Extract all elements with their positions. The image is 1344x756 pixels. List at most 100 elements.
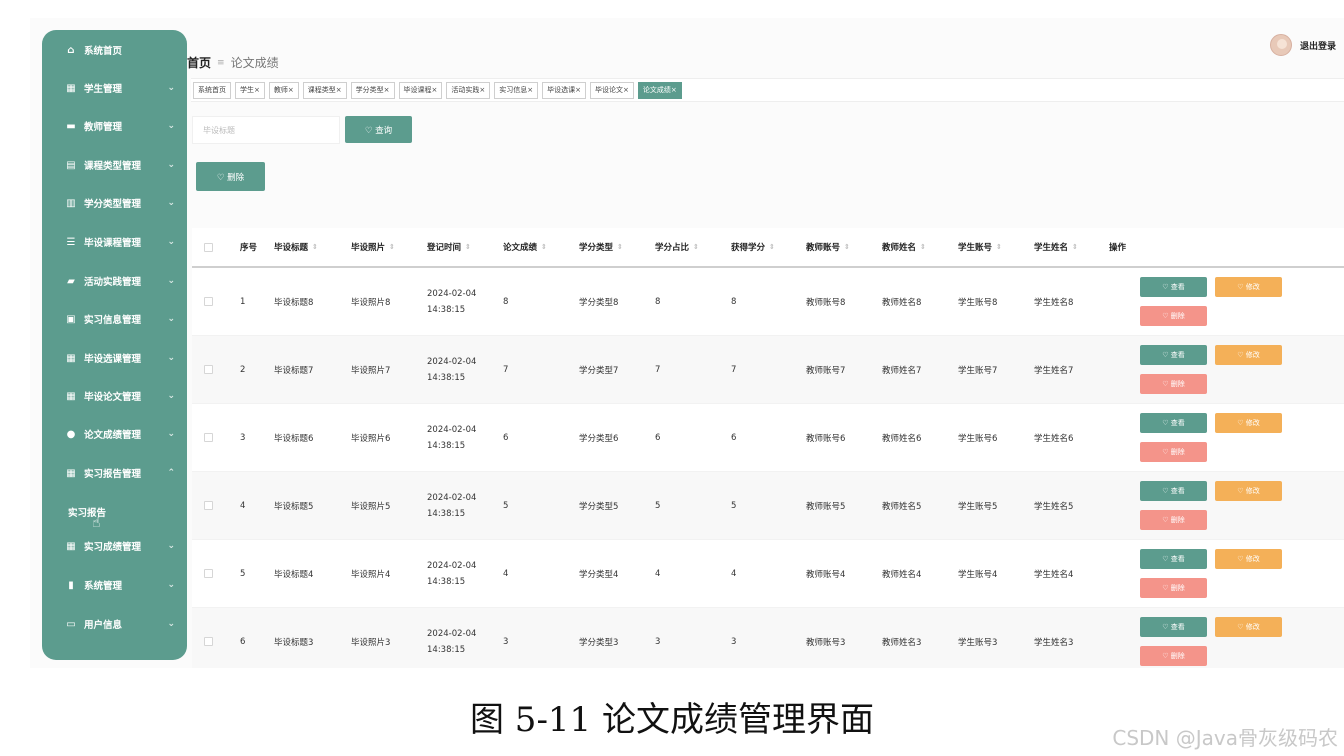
sort-icon[interactable]: ⇕: [996, 243, 1002, 251]
table-row: 3 毕设标题6 毕设照片6 2024-02-04 14:38:15 6 学分类型6 6 6 教师账…: [192, 404, 1344, 472]
search-placeholder: 毕设标题: [203, 125, 235, 135]
column-header: 教师姓名 ⇕: [882, 228, 926, 266]
view-button[interactable]: ♡ 查看: [1140, 345, 1207, 365]
view-button[interactable]: ♡ 查看: [1140, 549, 1207, 569]
sidebar-item[interactable]: ● 论文成绩管理 ⌄: [42, 419, 187, 449]
sort-icon[interactable]: ⇕: [920, 243, 926, 251]
edit-button[interactable]: ♡ 修改: [1215, 277, 1282, 297]
sort-icon[interactable]: ⇕: [465, 243, 471, 251]
select-all-checkbox[interactable]: [204, 242, 213, 252]
tab-tag[interactable]: 学生×: [235, 81, 265, 99]
sidebar-item[interactable]: ▦ 学生管理 ⌄: [42, 73, 187, 103]
cell-no: 2: [240, 364, 246, 375]
sidebar-item[interactable]: ▬ 教师管理 ⌄: [42, 111, 187, 141]
sidebar-item[interactable]: ▦ 毕设选课管理 ⌄: [42, 343, 187, 373]
cell-register-time: 2024-02-04 14:38:15: [427, 336, 476, 403]
sort-icon[interactable]: ⇕: [769, 243, 775, 251]
batch-delete-button[interactable]: ♡ 删除: [196, 162, 265, 191]
cell-student-acc: 学生账号6: [958, 433, 998, 444]
breadcrumb-home[interactable]: 首页: [187, 54, 211, 71]
sidebar-item[interactable]: ▣ 实习信息管理 ⌄: [42, 304, 187, 334]
sidebar-item[interactable]: ▦ 实习报告管理 ⌃: [42, 458, 187, 488]
cell-teacher-name: 教师姓名8: [882, 297, 922, 308]
sidebar-item[interactable]: ▮ 系统管理 ⌄: [42, 570, 187, 600]
tab-tag[interactable]: 毕设选课×: [542, 81, 586, 99]
sidebar-item[interactable]: ☰ 毕设课程管理 ⌄: [42, 227, 187, 257]
tab-tag[interactable]: 论文成绩×: [637, 81, 682, 99]
cell-teacher-acc: 教师账号7: [806, 365, 846, 376]
column-header-label: 操作: [1109, 243, 1127, 253]
delete-button[interactable]: ♡ 删除: [1140, 646, 1207, 666]
tab-tag[interactable]: 活动实践×: [446, 81, 491, 99]
sort-icon[interactable]: ⇕: [312, 243, 318, 251]
row-checkbox[interactable]: [204, 365, 213, 374]
column-header: 序号: [240, 228, 257, 266]
cell-register-time: 2024-02-04 14:38:15: [427, 472, 476, 539]
column-header: 学生账号 ⇕: [958, 228, 1002, 266]
delete-button[interactable]: ♡ 删除: [1140, 306, 1207, 326]
sidebar-item[interactable]: ▭ 用户信息 ⌄: [42, 609, 187, 639]
tab-tag[interactable]: 教师×: [268, 81, 299, 99]
delete-button[interactable]: ♡ 删除: [1140, 510, 1207, 530]
sort-icon[interactable]: ⇕: [1072, 243, 1078, 251]
cell-score: 7: [503, 364, 509, 375]
edit-button[interactable]: ♡ 修改: [1215, 549, 1282, 569]
cell-photo: 毕设照片5: [351, 501, 391, 512]
cell-score: 6: [503, 432, 509, 443]
tab-tag[interactable]: 课程类型×: [302, 81, 347, 99]
view-button[interactable]: ♡ 查看: [1140, 277, 1207, 297]
search-button[interactable]: ♡ 查询: [345, 116, 412, 143]
cell-credit-type: 学分类型4: [579, 569, 619, 580]
cell-date: 2024-02-04: [427, 288, 477, 299]
sidebar-item[interactable]: ▤ 课程类型管理 ⌄: [42, 150, 187, 180]
row-checkbox[interactable]: [204, 501, 213, 510]
sort-icon[interactable]: ⇕: [844, 243, 850, 251]
row-checkbox[interactable]: [204, 297, 213, 306]
user-area: 退出登录: [1269, 34, 1336, 56]
avatar[interactable]: [1269, 34, 1292, 56]
cell-ratio: 7: [655, 364, 661, 375]
sort-icon[interactable]: ⇕: [389, 243, 395, 251]
view-button[interactable]: ♡ 查看: [1140, 481, 1207, 501]
tab-tag[interactable]: 系统首页: [193, 81, 231, 99]
delete-button[interactable]: ♡ 删除: [1140, 374, 1207, 394]
briefcase-icon: ▬: [66, 120, 76, 132]
tab-tag[interactable]: 学分类型×: [350, 81, 395, 99]
row-checkbox[interactable]: [204, 637, 213, 646]
cell-score: 5: [503, 500, 509, 511]
cell-teacher-acc: 教师账号6: [806, 433, 846, 444]
tab-tag[interactable]: 实习信息×: [494, 81, 539, 99]
logout-link[interactable]: 退出登录: [1300, 39, 1336, 52]
edit-button[interactable]: ♡ 修改: [1215, 481, 1282, 501]
tab-tag[interactable]: 毕设课程×: [398, 81, 443, 99]
cell-student-acc: 学生账号8: [958, 297, 998, 308]
edit-button[interactable]: ♡ 修改: [1215, 413, 1282, 433]
view-button[interactable]: ♡ 查看: [1140, 413, 1207, 433]
edit-button[interactable]: ♡ 修改: [1215, 345, 1282, 365]
sidebar-item[interactable]: ▦ 毕设论文管理 ⌄: [42, 381, 187, 411]
cell-credits: 4: [731, 568, 737, 579]
delete-button[interactable]: ♡ 删除: [1140, 442, 1207, 462]
sidebar-item[interactable]: ⌂ 系统首页: [42, 35, 187, 65]
row-checkbox[interactable]: [204, 433, 213, 442]
sort-icon[interactable]: ⇕: [541, 243, 547, 251]
cell-credit-type: 学分类型3: [579, 637, 619, 648]
cell-title: 毕设标题4: [274, 569, 314, 580]
sidebar-item[interactable]: ▦ 实习成绩管理 ⌄: [42, 531, 187, 561]
sort-icon[interactable]: ⇕: [693, 243, 699, 251]
delete-button[interactable]: ♡ 删除: [1140, 578, 1207, 598]
sort-icon[interactable]: ⇕: [617, 243, 623, 251]
row-checkbox[interactable]: [204, 569, 213, 578]
tab-tag[interactable]: 毕设论文×: [590, 81, 634, 99]
cell-ratio: 6: [655, 432, 661, 443]
cell-credit-type: 学分类型8: [579, 297, 619, 308]
chart-icon: ▮: [68, 579, 74, 591]
sidebar-item-label: 教师管理: [84, 122, 123, 133]
edit-button[interactable]: ♡ 修改: [1215, 617, 1282, 637]
sidebar-item[interactable]: ▰ 活动实践管理 ⌄: [42, 266, 187, 296]
sidebar-item[interactable]: ▥ 学分类型管理 ⌄: [42, 188, 187, 218]
breadcrumb-separator: ≡: [217, 57, 225, 68]
cell-title: 毕设标题6: [274, 433, 314, 444]
search-input[interactable]: 毕设标题: [192, 116, 340, 144]
view-button[interactable]: ♡ 查看: [1140, 617, 1207, 637]
